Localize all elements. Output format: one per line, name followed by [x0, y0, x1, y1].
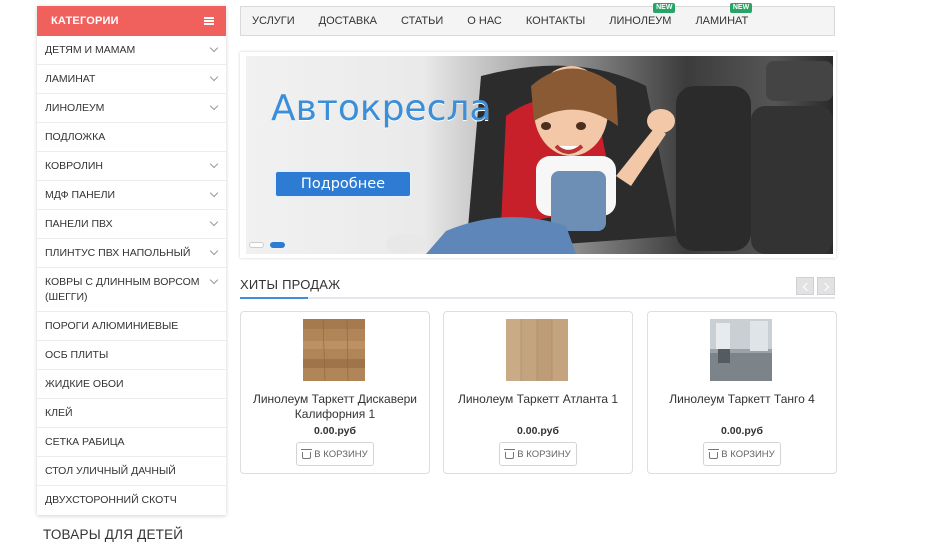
- nav-item-about[interactable]: О НАС: [467, 15, 502, 27]
- add-to-cart-label: В КОРЗИНУ: [721, 448, 775, 460]
- add-to-cart-label: В КОРЗИНУ: [517, 448, 571, 460]
- banner-slider: Автокресла Подробнее: [240, 52, 836, 258]
- sidebar-item-aluminum-thresholds[interactable]: ПОРОГИ АЛЮМИНИЕВЫЕ: [37, 312, 226, 341]
- sidebar-item-label: СТОЛ УЛИЧНЫЙ ДАЧНЫЙ: [45, 464, 176, 477]
- chevron-right-icon: [820, 282, 830, 292]
- chevron-down-icon: [209, 72, 219, 82]
- sidebar-item-laminate[interactable]: ЛАМИНАТ: [37, 65, 226, 94]
- nav-item-delivery[interactable]: ДОСТАВКА: [319, 15, 377, 27]
- sidebar-item-liquid-wallpaper[interactable]: ЖИДКИЕ ОБОИ: [37, 370, 226, 399]
- nav-item-label: ДОСТАВКА: [318, 15, 377, 27]
- carousel-prev-button[interactable]: [796, 277, 814, 295]
- chevron-down-icon: [209, 188, 219, 198]
- category-list: ДЕТЯМ И МАМАМ ЛАМИНАТ ЛИНОЛЕУМ ПОДЛОЖКА …: [37, 36, 226, 515]
- banner-title: Автокресла: [271, 88, 492, 129]
- product-name[interactable]: Линолеум Таркетт Дискавери Калифорния 1: [247, 392, 423, 422]
- sidebar-item-label: СЕТКА РАБИЦА: [45, 435, 125, 448]
- nav-item-articles[interactable]: СТАТЬИ: [401, 15, 443, 27]
- nav-item-services[interactable]: УСЛУГИ: [252, 15, 295, 27]
- sidebar-item-label: МДФ ПАНЕЛИ: [45, 188, 116, 201]
- add-to-cart-button[interactable]: В КОРЗИНУ: [703, 442, 781, 466]
- carousel-next-button[interactable]: [817, 277, 835, 295]
- chevron-left-icon: [802, 282, 812, 292]
- sidebar-item-pvc-panels[interactable]: ПАНЕЛИ ПВХ: [37, 210, 226, 239]
- banner-more-button[interactable]: Подробнее: [274, 170, 412, 198]
- sidebar-item-label: ПЛИНТУС ПВХ НАПОЛЬНЫЙ: [45, 246, 191, 259]
- best-sellers-heading: ХИТЫ ПРОДАЖ: [240, 277, 341, 292]
- sidebar-item-label: ЛИНОЛЕУМ: [45, 101, 105, 114]
- slider-dot-active[interactable]: [270, 242, 285, 248]
- add-to-cart-button[interactable]: В КОРЗИНУ: [296, 442, 374, 466]
- product-card[interactable]: Линолеум Таркетт Атланта 1 0.00.руб В КО…: [443, 311, 633, 474]
- slider-dot[interactable]: [249, 242, 264, 248]
- chevron-down-icon: [209, 246, 219, 256]
- sidebar-item-carpet[interactable]: КОВРОЛИН: [37, 152, 226, 181]
- basket-icon: [301, 448, 313, 459]
- sidebar-item-label: ОСБ ПЛИТЫ: [45, 348, 109, 361]
- product-card[interactable]: Линолеум Таркетт Дискавери Калифорния 1 …: [240, 311, 430, 474]
- nav-item-label: УСЛУГИ: [252, 15, 295, 27]
- product-price: 0.00.руб: [314, 425, 356, 437]
- nav-item-laminate[interactable]: ЛАМИНАТ NEW: [695, 3, 753, 27]
- nav-item-label: ЛАМИНАТ: [695, 15, 749, 27]
- product-price: 0.00.руб: [517, 425, 559, 437]
- chevron-down-icon: [209, 43, 219, 53]
- product-image[interactable]: [710, 319, 772, 381]
- product-name[interactable]: Линолеум Таркетт Атланта 1: [450, 392, 626, 407]
- sidebar-item-shaggy-rugs[interactable]: КОВРЫ С ДЛИННЫМ ВОРСОМ (ШЕГГИ): [37, 268, 226, 312]
- sidebar-item-label: ПОДЛОЖКА: [45, 130, 106, 143]
- nav-item-label: СТАТЬИ: [401, 15, 444, 27]
- sidebar-item-mdf-panels[interactable]: МДФ ПАНЕЛИ: [37, 181, 226, 210]
- nav-item-label: КОНТАКТЫ: [525, 15, 586, 27]
- sidebar-item-glue[interactable]: КЛЕЙ: [37, 399, 226, 428]
- sidebar-item-label: ДВУХСТОРОННИЙ СКОТЧ: [45, 494, 177, 506]
- sidebar-item-label: КОВРОЛИН: [45, 159, 104, 172]
- sidebar-item-pvc-skirting[interactable]: ПЛИНТУС ПВХ НАПОЛЬНЫЙ: [37, 239, 226, 268]
- basket-icon: [708, 448, 720, 459]
- sidebar-item-label: ПОРОГИ АЛЮМИНИЕВЫЕ: [45, 319, 179, 332]
- nav-item-linoleum[interactable]: ЛИНОЛЕУМ NEW: [609, 3, 676, 27]
- best-sellers-divider: [240, 297, 835, 299]
- sidebar-item-linoleum[interactable]: ЛИНОЛЕУМ: [37, 94, 226, 123]
- add-to-cart-label: В КОРЗИНУ: [314, 448, 368, 460]
- sidebar-item-label: ЖИДКИЕ ОБОИ: [45, 377, 124, 390]
- product-price: 0.00.руб: [721, 425, 763, 437]
- sidebar-item-chain-link-mesh[interactable]: СЕТКА РАБИЦА: [37, 428, 226, 457]
- product-image[interactable]: [303, 319, 365, 381]
- new-badge: NEW: [653, 3, 676, 13]
- banner-image: [386, 61, 833, 254]
- add-to-cart-button[interactable]: В КОРЗИНУ: [499, 442, 577, 466]
- sidebar-item-underlay[interactable]: ПОДЛОЖКА: [37, 123, 226, 152]
- top-nav: УСЛУГИ ДОСТАВКА СТАТЬИ О НАС КОНТАКТЫ ЛИ…: [240, 3, 835, 36]
- sidebar-item-kids-and-moms[interactable]: ДЕТЯМ И МАМАМ: [37, 36, 226, 65]
- chevron-down-icon: [209, 101, 219, 111]
- new-badge: NEW: [729, 3, 753, 13]
- product-card[interactable]: Линолеум Таркетт Танго 4 0.00.руб В КОРЗ…: [647, 311, 837, 474]
- sidebar-item-label: ПАНЕЛИ ПВХ: [45, 217, 113, 230]
- sidebar-item-label: ДЕТЯМ И МАМАМ: [45, 43, 136, 56]
- banner-slide[interactable]: Автокресла Подробнее: [246, 56, 833, 254]
- sidebar-item-garden-table[interactable]: СТОЛ УЛИЧНЫЙ ДАЧНЫЙ: [37, 457, 226, 486]
- category-header-label: КАТЕГОРИИ: [51, 15, 119, 27]
- category-header[interactable]: КАТЕГОРИИ: [37, 6, 226, 36]
- category-sidebar: КАТЕГОРИИ ДЕТЯМ И МАМАМ ЛАМИНАТ ЛИНОЛЕУМ…: [37, 6, 226, 515]
- product-name[interactable]: Линолеум Таркетт Танго 4: [654, 392, 830, 407]
- nav-item-label: О НАС: [467, 15, 502, 27]
- basket-icon: [504, 448, 516, 459]
- chevron-down-icon: [209, 217, 219, 227]
- nav-item-label: ЛИНОЛЕУМ: [609, 15, 672, 27]
- sidebar-item-label: КОВРЫ С ДЛИННЫМ ВОРСОМ (ШЕГГИ): [45, 275, 200, 303]
- sidebar-item-osb-boards[interactable]: ОСБ ПЛИТЫ: [37, 341, 226, 370]
- chevron-down-icon: [209, 159, 219, 169]
- kids-products-heading: ТОВАРЫ ДЛЯ ДЕТЕЙ: [43, 527, 184, 542]
- nav-item-contacts[interactable]: КОНТАКТЫ: [526, 15, 585, 27]
- sidebar-item-label: ЛАМИНАТ: [45, 72, 96, 85]
- sidebar-item-label: КЛЕЙ: [45, 406, 73, 419]
- product-image[interactable]: [506, 319, 568, 381]
- sidebar-item-double-sided-tape[interactable]: ДВУХСТОРОННИЙ СКОТЧ: [37, 486, 226, 515]
- menu-icon[interactable]: [204, 17, 214, 25]
- slider-dots: [249, 242, 285, 248]
- chevron-down-icon: [209, 275, 219, 285]
